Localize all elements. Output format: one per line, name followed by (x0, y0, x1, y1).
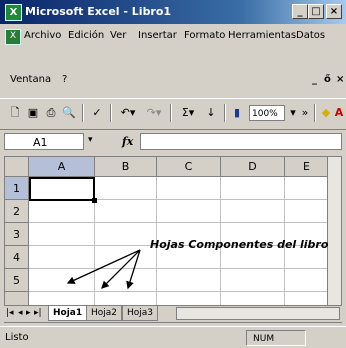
sheet-tab-bar: |◂ ◂ ▸ ▸| Hoja1 Hoja2 Hoja3 (4, 306, 342, 323)
status-bar: Listo NUM (0, 326, 346, 348)
last-sheet-icon[interactable]: ▸| (34, 308, 42, 318)
status-text: Listo (5, 332, 29, 343)
excel-window: X Microsoft Excel - Libro1 _ □ × X Archi… (0, 0, 346, 348)
arrow-to-hoja1 (66, 249, 141, 284)
sheet-tab-hoja1[interactable]: Hoja1 (48, 306, 88, 321)
sheet-tab-hoja2[interactable]: Hoja2 (86, 306, 123, 321)
num-lock-indicator: NUM (246, 330, 306, 346)
sheet-tab-hoja3[interactable]: Hoja3 (122, 306, 159, 321)
first-sheet-icon[interactable]: |◂ (6, 308, 14, 318)
horizontal-scrollbar[interactable] (176, 307, 340, 320)
annotation-arrows (66, 249, 141, 290)
prev-sheet-icon[interactable]: ◂ (18, 308, 23, 318)
next-sheet-icon[interactable]: ▸ (26, 308, 31, 318)
